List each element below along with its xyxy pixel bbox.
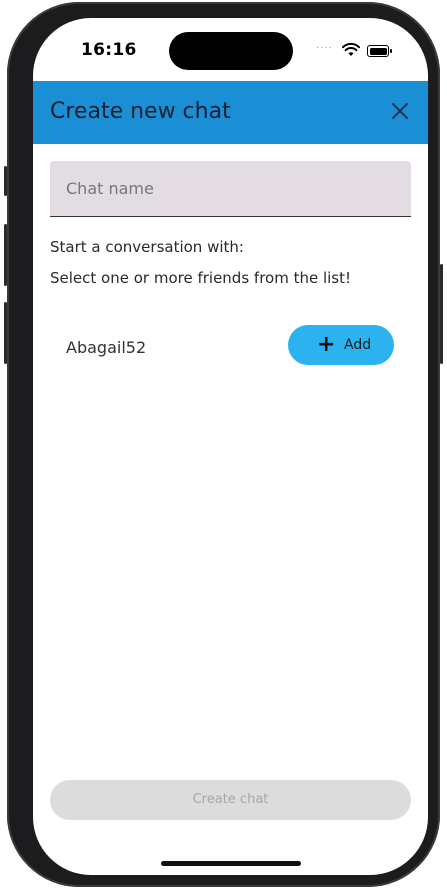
phone-frame: 16:16 ···· Create new chat Start a conve… <box>4 2 443 887</box>
wifi-icon <box>342 43 360 56</box>
select-friends-label: Select one or more friends from the list… <box>50 269 352 287</box>
plus-icon: + <box>317 332 336 357</box>
dynamic-island <box>169 32 293 70</box>
battery-icon <box>367 45 392 57</box>
chat-name-field[interactable] <box>50 161 411 217</box>
friend-list-item: Abagail52 + Add <box>50 323 411 369</box>
create-chat-button[interactable]: Create chat <box>50 780 411 820</box>
app-bar: Create new chat <box>33 81 428 144</box>
chat-name-input[interactable] <box>50 161 411 216</box>
friend-name: Abagail52 <box>66 338 147 357</box>
volume-down-button <box>4 302 7 364</box>
home-indicator[interactable] <box>161 861 301 866</box>
status-bar: 16:16 ···· <box>33 18 428 81</box>
page-title: Create new chat <box>50 99 231 124</box>
screen: 16:16 ···· Create new chat Start a conve… <box>33 18 428 875</box>
power-button <box>440 264 443 364</box>
start-conversation-label: Start a conversation with: <box>50 238 244 256</box>
add-button-label: Add <box>344 337 372 353</box>
signal-icon: ···· <box>316 43 333 54</box>
add-friend-button[interactable]: + Add <box>288 325 394 365</box>
close-icon[interactable] <box>388 99 412 123</box>
status-time: 16:16 <box>81 40 137 60</box>
volume-up-button <box>4 224 7 286</box>
mute-switch <box>4 166 7 196</box>
